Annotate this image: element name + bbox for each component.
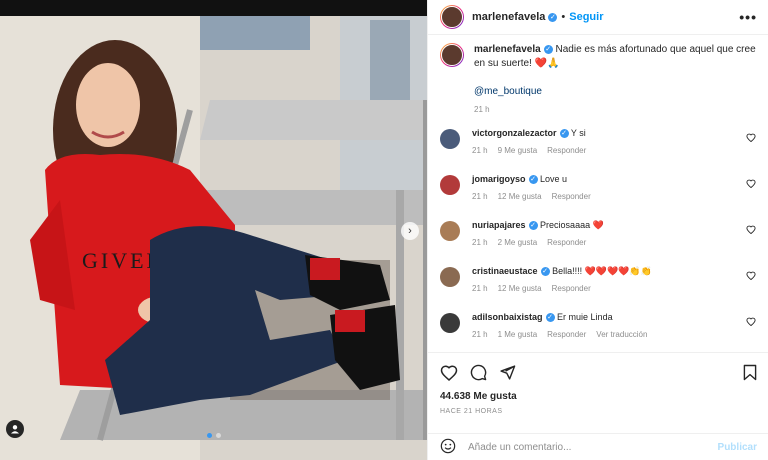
verified-badge-icon: ✓ [559,129,569,139]
comment-like-heart-icon[interactable] [745,133,757,146]
carousel-dot-active [206,433,212,438]
separator-dot: • [561,11,566,23]
comment-likes[interactable]: 1 Me gusta [498,330,538,339]
reply-button[interactable]: Responder [547,238,586,247]
comment-like-heart-icon[interactable] [745,317,757,330]
comment-item: victorgonzalezactor ✓ Y si 21 h 9 Me gusta R… [440,127,757,163]
photo-illustration: GIVEN [0,0,427,460]
comment-time: 21 h [472,330,488,339]
next-photo-arrow-icon[interactable]: › [401,222,419,240]
more-options-icon[interactable]: ••• [739,9,757,25]
comment-likes[interactable]: 9 Me gusta [498,146,538,155]
action-bar: 44.638 Me gusta HACE 21 HORAS [428,352,768,415]
caption-mention-link[interactable]: @me_boutique [474,85,757,99]
commenter-username[interactable]: cristinaeustace [472,266,538,276]
commenter-username[interactable]: jomarigoyso [472,174,526,184]
comment-time: 21 h [472,146,488,155]
commenter-avatar[interactable] [440,267,460,287]
comment-likes[interactable]: 12 Me gusta [498,192,542,201]
comment-time: 21 h [472,284,488,293]
caption-username[interactable]: marlenefavela [474,44,541,55]
verified-badge-icon: ✓ [528,221,538,231]
comments-list[interactable]: marlenefavela ✓ Nadie es más afortunado q… [428,35,768,353]
commenter-avatar[interactable] [440,175,460,195]
emoji-icon[interactable] [440,438,456,457]
comment-text: Y si [570,128,586,138]
publish-button[interactable]: Publicar [718,442,757,453]
comment-item: jomarigoyso ✓ Love u 21 h 12 Me gusta Respon… [440,173,757,209]
caption-avatar[interactable] [440,43,464,67]
verified-badge-icon: ✓ [543,44,553,54]
commenter-username[interactable]: victorgonzalezactor [472,128,557,138]
add-comment-input[interactable] [466,440,718,454]
post-time-ago: HACE 21 HORAS [440,408,503,415]
verified-badge-icon: ✓ [545,313,555,323]
carousel-dots [206,433,221,438]
comment-item: nuriapajares ✓ Preciosaaaa ❤️ 21 h 2 Me gus… [440,219,757,255]
comment-time: 21 h [472,192,488,201]
follow-button[interactable]: Seguir [569,11,603,23]
verified-badge-icon: ✓ [540,267,550,277]
commenter-avatar[interactable] [440,313,460,333]
post-photo[interactable]: GIVEN › [0,0,427,460]
comment-item: cristinaeustace ✓ Bella!!!! ❤️❤️❤️❤️👏👏 21 … [440,265,757,301]
post-caption: marlenefavela ✓ Nadie es más afortunado q… [440,43,757,117]
comment-text: Bella!!!! ❤️❤️❤️❤️👏👏 [552,266,652,276]
comment-like-heart-icon[interactable] [745,225,757,238]
reply-button[interactable]: Responder [552,284,591,293]
verified-badge-icon: ✓ [528,175,538,185]
commenter-avatar[interactable] [440,129,460,149]
comment-likes[interactable]: 2 Me gusta [498,238,538,247]
commenter-avatar[interactable] [440,221,460,241]
comment-text: Er muie Linda [557,312,613,322]
share-send-icon[interactable] [499,364,516,381]
likes-count[interactable]: 44.638 Me gusta [440,391,757,402]
reply-button[interactable]: Responder [547,330,586,339]
post-sidebar: marlenefavela ✓ • Seguir ••• marlenefave… [427,0,768,460]
tagged-user-icon[interactable] [6,420,24,438]
reply-button[interactable]: Responder [547,146,586,155]
carousel-dot [215,433,221,438]
comment-like-heart-icon[interactable] [745,271,757,284]
comment-like-heart-icon[interactable] [745,179,757,192]
add-comment-bar: Publicar [428,433,768,460]
like-heart-icon[interactable] [440,364,458,381]
commenter-username[interactable]: nuriapajares [472,220,526,230]
author-username[interactable]: marlenefavela [472,11,545,23]
comment-item: adilsonbaixistag ✓ Er muie Linda 21 h 1 Me … [440,311,757,347]
verified-badge-icon: ✓ [548,12,558,22]
save-bookmark-icon[interactable] [743,364,757,381]
author-avatar[interactable] [440,5,464,29]
commenter-username[interactable]: adilsonbaixistag [472,312,543,322]
comment-time: 21 h [472,238,488,247]
translate-link[interactable]: Ver traducción [596,330,647,339]
comment-bubble-icon[interactable] [470,364,487,381]
comment-text: Love u [540,174,568,184]
comment-likes[interactable]: 12 Me gusta [498,284,542,293]
caption-time: 21 h [474,105,490,114]
post-header: marlenefavela ✓ • Seguir ••• [428,0,768,35]
photo-top-strip [0,0,427,16]
reply-button[interactable]: Responder [552,192,591,201]
comment-text: Preciosaaaa ❤️ [540,220,604,230]
